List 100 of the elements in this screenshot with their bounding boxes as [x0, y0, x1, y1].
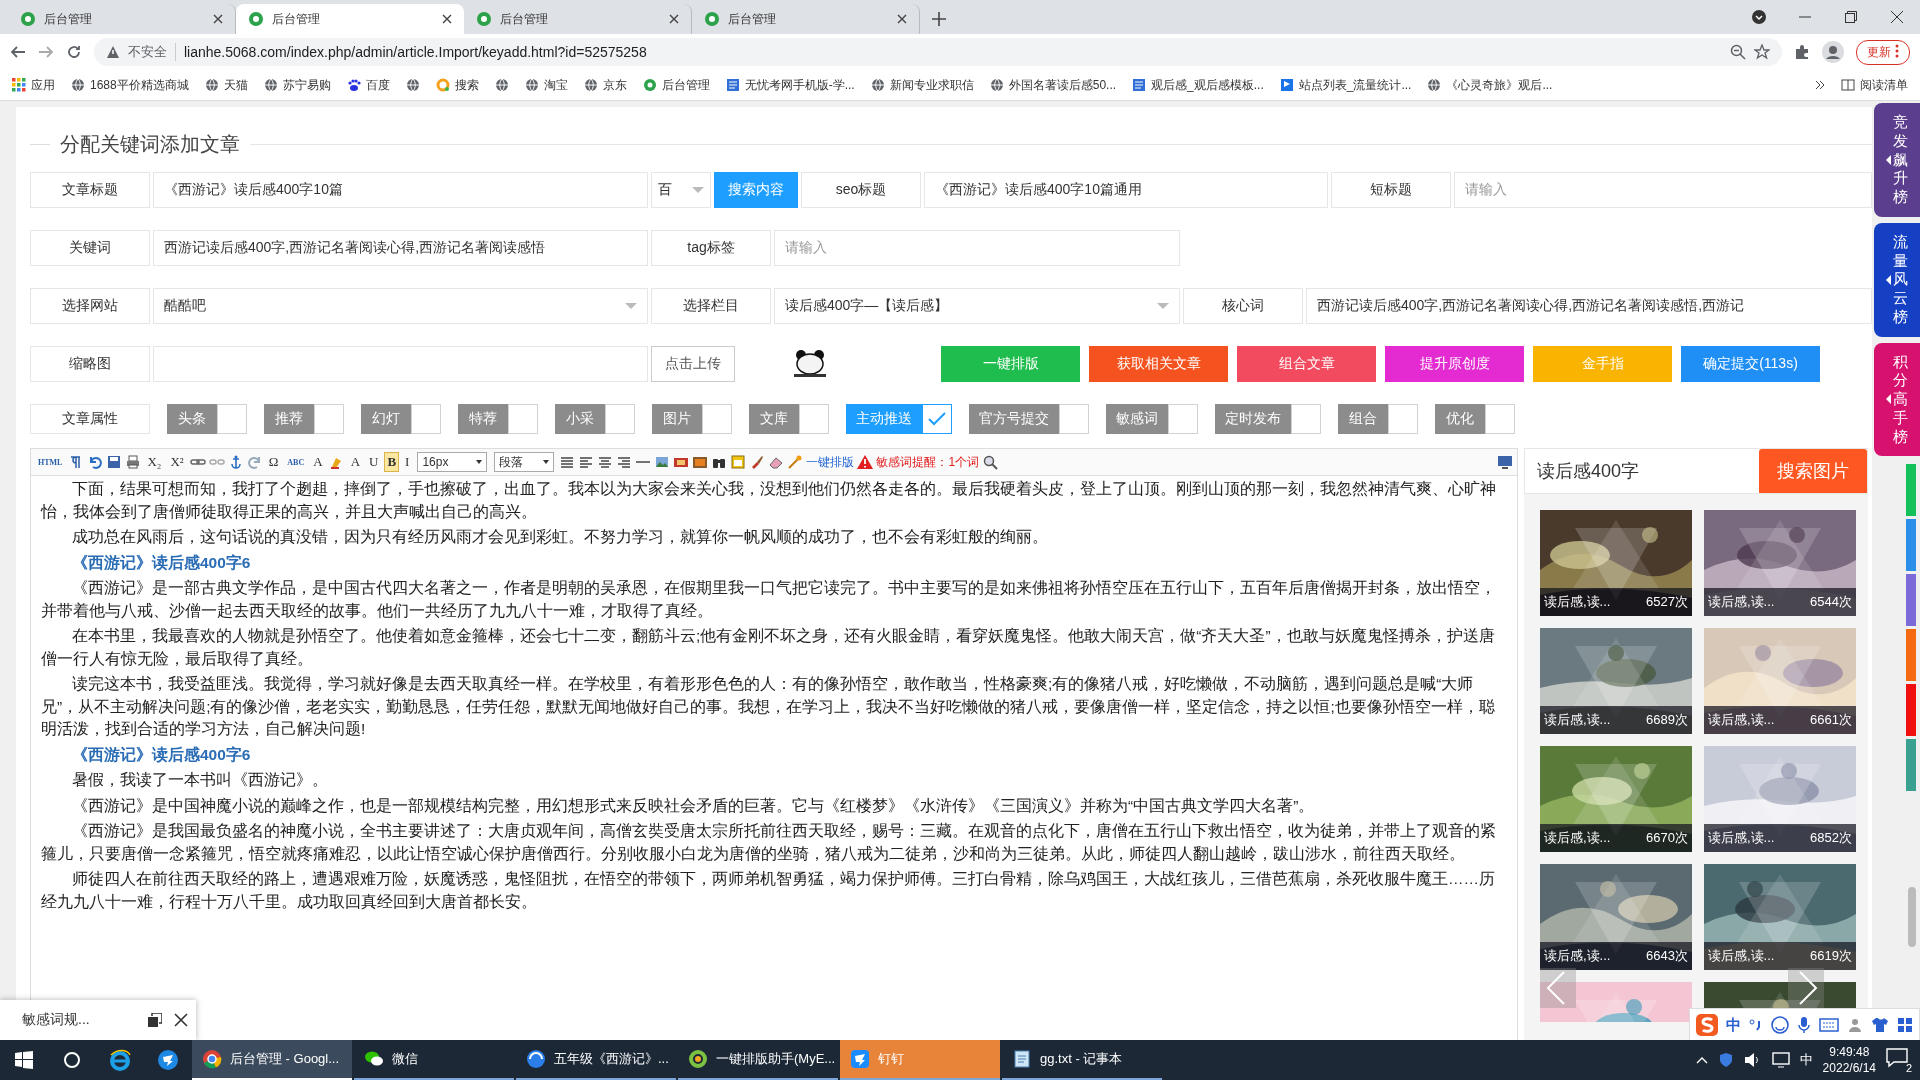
bookmark[interactable]: 百度: [346, 76, 390, 94]
align-center-icon[interactable]: [597, 454, 614, 470]
toolbar-button[interactable]: U: [366, 452, 382, 472]
checkbox[interactable]: [1388, 404, 1418, 434]
monitor-icon[interactable]: [1771, 1052, 1790, 1068]
toolbar-button[interactable]: Ω: [265, 452, 282, 472]
picture-frame-icon[interactable]: [692, 454, 709, 470]
bookmark[interactable]: 天猫: [204, 76, 248, 94]
close-icon[interactable]: [174, 1013, 188, 1027]
bookmark[interactable]: 无忧考网手机版-学...: [725, 76, 855, 94]
toolbar-select[interactable]: 段落: [494, 452, 555, 472]
grid-icon[interactable]: [1897, 1017, 1913, 1033]
toolbar-button[interactable]: ABC: [284, 452, 308, 472]
star-icon[interactable]: [1754, 44, 1770, 60]
ime-mode[interactable]: 中: [1726, 1015, 1741, 1035]
reload-icon[interactable]: [66, 44, 82, 60]
checkbox[interactable]: [799, 404, 829, 434]
shirt-icon[interactable]: [1871, 1017, 1889, 1033]
chevron-icon[interactable]: [1815, 80, 1825, 90]
shield-icon[interactable]: [1717, 1052, 1734, 1068]
input-language[interactable]: 中: [1799, 1051, 1813, 1069]
image-caption-bar[interactable]: 读后感,读... 6852次: [1704, 824, 1856, 852]
toolbar-button[interactable]: I: [402, 452, 413, 472]
toolbar-button[interactable]: B: [384, 452, 400, 472]
image-caption-bar[interactable]: 读后感,读... 6689次: [1540, 706, 1692, 734]
checkbox[interactable]: [411, 404, 441, 434]
taskbar-app[interactable]: 五年级《西游记》...: [516, 1040, 676, 1080]
image-caption-bar[interactable]: 读后感,读... 6619次: [1704, 942, 1856, 970]
keyboard-icon[interactable]: [1819, 1018, 1839, 1032]
profile-icon[interactable]: [1822, 41, 1844, 63]
site-select[interactable]: 酷酷吧: [153, 288, 648, 324]
image-caption-bar[interactable]: 读后感,读... 6527次: [1540, 588, 1692, 616]
checkbox[interactable]: [922, 404, 952, 434]
ranking-tab[interactable]: 积分高手榜: [1874, 342, 1920, 457]
wand-icon[interactable]: [787, 454, 804, 470]
toolbar-select[interactable]: 16px: [417, 452, 488, 472]
image-icon[interactable]: [654, 454, 671, 470]
checkbox[interactable]: [1168, 404, 1198, 434]
toolbar-button[interactable]: X²: [167, 452, 187, 472]
close-icon[interactable]: [669, 14, 679, 24]
search-circle-icon[interactable]: [63, 1051, 81, 1069]
bookmark[interactable]: 新闻专业求职信: [870, 76, 974, 94]
ranking-tab[interactable]: 流量风云榜: [1874, 222, 1920, 337]
engine-select[interactable]: 百: [651, 172, 711, 208]
toolbar-button[interactable]: HTML: [35, 452, 66, 472]
restore-icon[interactable]: [1845, 11, 1857, 23]
puzzle-icon[interactable]: [1794, 44, 1810, 60]
bookmark[interactable]: 后台管理: [642, 76, 710, 94]
core-word-field[interactable]: 西游记读后感400字,西游记名著阅读心得,西游记名著阅读感悟,西游记: [1306, 288, 1872, 324]
restore-icon[interactable]: [148, 1013, 162, 1027]
bookmark[interactable]: 京东: [583, 76, 627, 94]
upload-button[interactable]: 点击上传: [651, 346, 735, 382]
toolbar-button[interactable]: X₂: [144, 452, 165, 472]
close-icon[interactable]: [213, 14, 223, 24]
align-justify-icon[interactable]: [559, 454, 576, 470]
thumbnail-field[interactable]: [153, 346, 648, 382]
align-right-icon[interactable]: [616, 454, 633, 470]
seo-title-field[interactable]: 《西游记》读后感400字10篇通用: [924, 172, 1328, 208]
windows-logo-icon[interactable]: [15, 1051, 33, 1069]
person-icon[interactable]: [1847, 1017, 1863, 1033]
checkbox[interactable]: [1291, 404, 1321, 434]
column-select[interactable]: 读后感400字—【读后感】: [774, 288, 1180, 324]
bookmark[interactable]: 应用: [12, 76, 55, 94]
close-icon[interactable]: [897, 14, 907, 24]
undo-icon[interactable]: [87, 454, 104, 470]
checkbox[interactable]: [702, 404, 732, 434]
bookmark[interactable]: 站点列表_流量统计...: [1279, 76, 1412, 94]
checkbox[interactable]: [1485, 404, 1515, 434]
checkbox[interactable]: [1059, 404, 1089, 434]
chat-bubble-icon[interactable]: [1886, 1048, 1908, 1068]
toolbar-button[interactable]: A: [310, 452, 326, 472]
close-icon[interactable]: [1891, 11, 1903, 23]
toolbar-button[interactable]: A: [347, 452, 363, 472]
zoom-icon[interactable]: [1730, 44, 1746, 60]
format-link[interactable]: 一键排版: [806, 453, 855, 471]
bookmark[interactable]: 淘宝: [524, 76, 568, 94]
image-caption-bar[interactable]: 读后感,读... 6643次: [1540, 942, 1692, 970]
title-field[interactable]: 《西游记》读后感400字10篇: [153, 172, 648, 208]
taskbar-app[interactable]: gg.txt - 记事本: [1002, 1040, 1162, 1080]
checkbox[interactable]: [508, 404, 538, 434]
new-tab-icon[interactable]: [932, 12, 946, 26]
monitor-icon[interactable]: [1497, 454, 1513, 470]
back-arrow-icon[interactable]: [10, 44, 26, 60]
bookmark[interactable]: 苏宁易购: [263, 76, 331, 94]
dropdown-icon[interactable]: [1751, 9, 1767, 25]
image-caption-bar[interactable]: 读后感,读... 6670次: [1540, 824, 1692, 852]
microphone-icon[interactable]: [1797, 1016, 1811, 1034]
bookmark[interactable]: 外国名著读后感50...: [989, 76, 1117, 94]
magnifier-icon[interactable]: [982, 454, 999, 470]
smiley-icon[interactable]: [1771, 1016, 1789, 1034]
scrollbar-thumb[interactable]: [1908, 887, 1916, 948]
ranking-tab[interactable]: 竞发飙升榜: [1874, 103, 1920, 217]
taskbar-app[interactable]: 微信: [354, 1040, 514, 1080]
e-logo-icon[interactable]: [109, 1049, 131, 1071]
action-button[interactable]: 组合文章: [1237, 346, 1376, 382]
bookmark[interactable]: 1688平价精选商城: [71, 76, 189, 94]
chevron-up-icon[interactable]: [1695, 1056, 1708, 1064]
action-button[interactable]: 提升原创度: [1385, 346, 1524, 382]
taskbar-app[interactable]: 后台管理 - Googl...: [192, 1040, 352, 1080]
image-caption-bar[interactable]: 读后感,读... 6661次: [1704, 706, 1856, 734]
